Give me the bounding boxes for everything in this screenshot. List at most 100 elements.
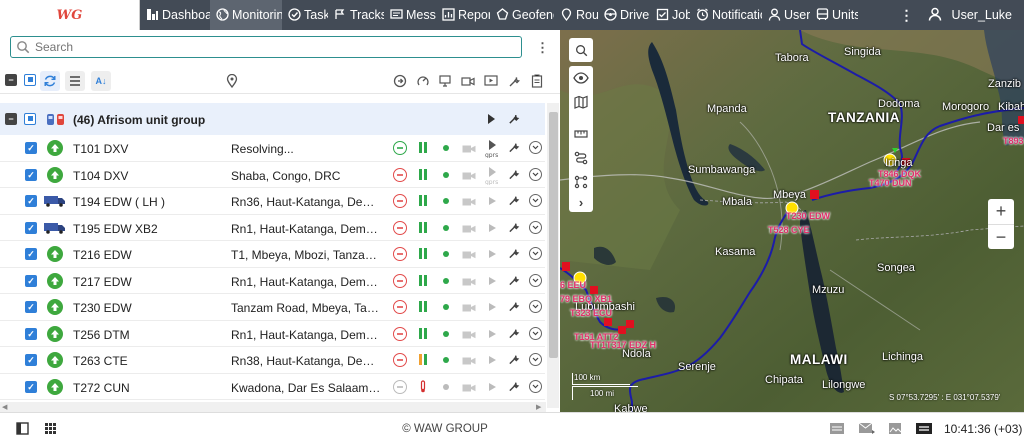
map-unit-label[interactable]: T323 ECU [570, 308, 612, 318]
map-unit-label[interactable]: T528 CYE [768, 225, 810, 235]
visibility-eye-icon[interactable] [573, 70, 589, 86]
unit-name[interactable]: T217 EDW [73, 275, 132, 289]
ruler-icon[interactable] [573, 126, 589, 142]
camera-icon[interactable] [462, 223, 476, 233]
sensor-status-icon[interactable] [418, 194, 428, 207]
wrench-icon[interactable] [508, 274, 520, 287]
map-unit-label[interactable]: T893 [1003, 136, 1024, 146]
play-icon[interactable] [484, 271, 500, 291]
list-view-icon[interactable] [65, 71, 85, 91]
group-checkbox[interactable] [24, 113, 36, 125]
unit-name[interactable]: T101 DXV [73, 142, 128, 156]
map-unit-label[interactable]: T470 DUN [869, 178, 912, 188]
tools-column-icon[interactable] [504, 71, 524, 91]
play-icon[interactable] [484, 377, 500, 397]
go-to-icon[interactable] [390, 71, 410, 91]
ignition-off-icon[interactable] [393, 273, 407, 288]
nav-drivers[interactable]: Drivers [598, 0, 650, 30]
nav-dashboard[interactable]: Dashboard [140, 0, 210, 30]
ignition-off-icon[interactable] [393, 300, 407, 314]
camera-icon[interactable] [462, 249, 476, 259]
camera-icon[interactable] [462, 276, 476, 286]
nav-user[interactable]: User [762, 0, 810, 30]
wrench-icon[interactable] [508, 141, 520, 154]
refresh-icon[interactable] [40, 71, 60, 91]
ignition-off-icon[interactable] [393, 167, 407, 182]
camera-icon[interactable] [462, 170, 476, 180]
message-counter-icon[interactable] [915, 422, 933, 438]
wrench-icon[interactable] [508, 353, 520, 366]
unit-name[interactable]: T263 CTE [73, 354, 128, 368]
sensor-status-icon[interactable] [418, 379, 428, 393]
unit-checkbox[interactable]: ✓ [25, 168, 37, 181]
logo[interactable]: WG [0, 0, 140, 30]
wrench-icon[interactable] [508, 327, 520, 340]
connection-column-icon[interactable] [435, 71, 455, 91]
nav-tracks[interactable]: Tracks [328, 0, 384, 30]
sensor-status-icon[interactable] [418, 221, 428, 234]
zoom-in-button[interactable]: + [988, 199, 1014, 224]
unit-row[interactable]: ✓ T217 EDW Rn1, Haut-Katanga, Democratic R… [0, 268, 545, 294]
wrench-icon[interactable] [508, 168, 520, 181]
ignition-off-icon[interactable] [393, 353, 407, 367]
list-scrollbar-thumb[interactable] [549, 112, 558, 358]
wrench-icon[interactable] [508, 247, 520, 260]
unit-row[interactable]: ✓ T256 DTM Rn1, Haut-Katanga, Democratic R… [0, 321, 545, 347]
play-icon[interactable] [484, 191, 500, 211]
location-pin-icon[interactable] [222, 71, 242, 91]
map-layers-icon[interactable] [573, 94, 589, 110]
chevron-down-icon[interactable] [529, 300, 542, 313]
unit-row[interactable]: ✓ T216 EDW T1, Mbeya, Mbozi, Tanzania, Uni… [0, 241, 545, 268]
wrench-icon[interactable] [508, 194, 520, 207]
unit-group-row[interactable]: − (46) Afrisom unit group [0, 103, 545, 135]
nav-notifications[interactable]: Notifications [690, 0, 762, 30]
unit-name[interactable]: T195 EDW XB2 [73, 222, 158, 236]
nav-task[interactable]: Task [282, 0, 328, 30]
nav-geofences[interactable]: Geofences [490, 0, 554, 30]
waypoints-icon[interactable] [573, 174, 589, 190]
chevron-down-icon[interactable] [529, 220, 542, 234]
wrench-icon[interactable] [508, 221, 520, 234]
camera-icon[interactable] [462, 382, 476, 392]
camera-icon[interactable] [462, 143, 476, 153]
search-input[interactable] [10, 36, 522, 58]
chevron-down-icon[interactable] [529, 353, 542, 366]
image-icon[interactable] [888, 422, 902, 438]
unit-row[interactable]: ✓ T272 CUN Kwadona, Dar Es Salaam, Bagamoy… [0, 374, 545, 400]
chevron-down-icon[interactable] [529, 247, 542, 260]
camera-column-icon[interactable] [458, 71, 478, 91]
unit-name[interactable]: T230 EDW [73, 301, 132, 315]
mail-icon[interactable] [858, 422, 876, 438]
unit-checkbox[interactable]: ✓ [25, 221, 37, 234]
map-unit-label[interactable]: TT1T317 EDZ H [590, 340, 656, 350]
wrench-icon[interactable] [508, 380, 520, 393]
ignition-on-icon[interactable] [393, 141, 407, 155]
play-icon[interactable] [484, 297, 500, 317]
nav-monitoring[interactable]: Monitoring [210, 0, 282, 30]
unit-checkbox[interactable]: ✓ [25, 274, 37, 287]
unit-checkbox[interactable]: ✓ [25, 354, 37, 366]
unit-checkbox[interactable]: ✓ [25, 327, 37, 340]
chevron-down-icon[interactable] [529, 273, 542, 287]
sensor-status-icon[interactable] [418, 300, 428, 313]
gprs-play-icon[interactable]: gprs [484, 165, 500, 186]
map-search-icon[interactable] [569, 38, 593, 62]
unit-row[interactable]: ✓ T194 EDW ( LH ) Rn36, Haut-Katanga, Demo… [0, 188, 545, 215]
unit-checkbox[interactable]: ✓ [25, 142, 37, 154]
unit-checkbox[interactable]: ✓ [25, 195, 37, 207]
sensor-status-icon[interactable] [418, 247, 428, 260]
ignition-off-icon[interactable] [393, 247, 407, 261]
sensor-status-icon[interactable] [418, 141, 428, 154]
ignition-off-icon[interactable] [393, 220, 407, 235]
unit-row[interactable]: ✓ T101 DXV Resolving... gprs [0, 135, 545, 162]
unit-name[interactable]: T216 EDW [73, 248, 132, 262]
camera-icon[interactable] [462, 302, 476, 312]
route-icon[interactable] [573, 150, 589, 166]
unit-name[interactable]: T256 DTM [73, 328, 130, 342]
play-icon[interactable] [484, 218, 500, 238]
play-icon[interactable] [484, 324, 500, 344]
group-collapse-toggle[interactable]: − [5, 113, 17, 125]
nav-routes[interactable]: Routes [554, 0, 598, 30]
unit-name[interactable]: T272 CUN [73, 381, 130, 395]
select-visible-checkbox[interactable] [24, 74, 36, 86]
